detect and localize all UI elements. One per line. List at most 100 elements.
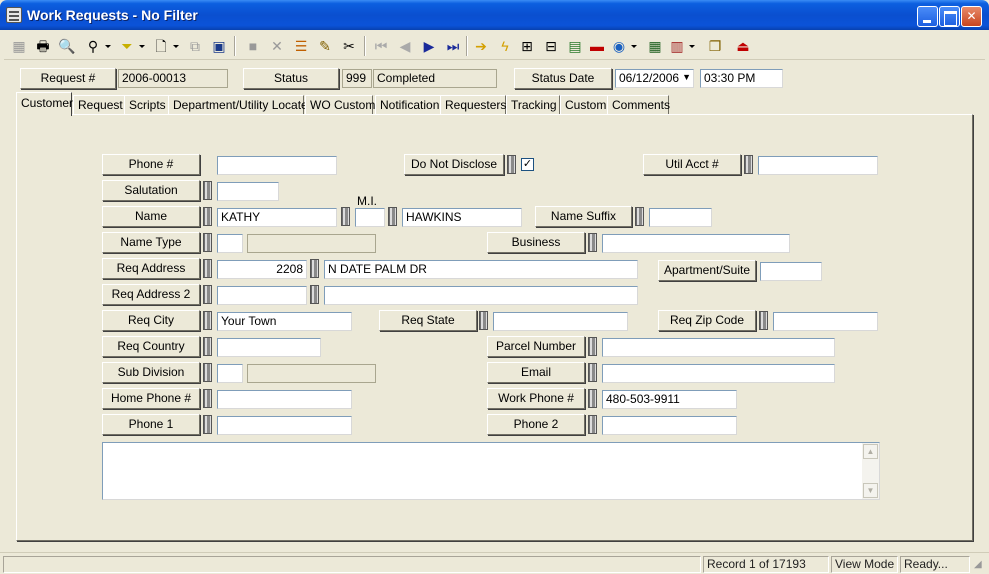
parcel-number-field[interactable] <box>602 338 835 357</box>
name-button[interactable]: Name <box>102 206 200 227</box>
req-state-field[interactable] <box>493 312 628 331</box>
home-phone-button[interactable]: Home Phone # <box>102 388 200 409</box>
apartment-suite-field[interactable] <box>760 262 822 281</box>
new-window-icon[interactable]: ❐ <box>704 35 726 57</box>
maximize-button[interactable] <box>939 6 960 27</box>
phone1-field[interactable] <box>217 416 352 435</box>
scroll-up-icon[interactable]: ▲ <box>863 444 878 459</box>
work-phone-button[interactable]: Work Phone # <box>487 388 585 409</box>
delete-icon[interactable]: ✕ <box>266 35 288 57</box>
field-handle[interactable] <box>744 155 753 174</box>
apartment-suite-button[interactable]: Apartment/Suite <box>658 260 756 281</box>
field-handle[interactable] <box>588 337 597 356</box>
phone-field[interactable] <box>217 156 337 175</box>
field-handle[interactable] <box>588 389 597 408</box>
calculator-icon[interactable]: ▦ <box>644 35 666 57</box>
req-address2-button[interactable]: Req Address 2 <box>102 284 200 305</box>
hierarchy-icon[interactable]: ⊟ <box>540 35 562 57</box>
parcel-number-button[interactable]: Parcel Number <box>487 336 585 357</box>
request-number-button[interactable]: Request # <box>20 68 116 89</box>
tab-notification[interactable]: Notification <box>375 95 441 115</box>
status-time-field[interactable]: 03:30 PM <box>700 69 783 88</box>
phone1-button[interactable]: Phone 1 <box>102 414 200 435</box>
req-address-button[interactable]: Req Address <box>102 258 200 279</box>
first-name-field[interactable]: KATHY <box>217 208 337 227</box>
home-phone-field[interactable] <box>217 390 352 409</box>
address-street-field[interactable]: N DATE PALM DR <box>324 260 638 279</box>
copy-icon[interactable]: ⧉ <box>184 35 206 57</box>
pencil-icon[interactable]: ✎ <box>314 35 336 57</box>
address-number-field[interactable]: 2208 <box>217 260 307 279</box>
save-icon[interactable]: ■ <box>242 35 264 57</box>
last-record-icon[interactable]: ⏭ <box>442 35 464 57</box>
globe-icon[interactable]: ◉ <box>608 35 637 57</box>
req-zip-button[interactable]: Req Zip Code <box>658 310 756 331</box>
util-acct-field[interactable] <box>758 156 878 175</box>
address2-street-field[interactable] <box>324 286 638 305</box>
field-handle[interactable] <box>310 285 319 304</box>
tab-tracking[interactable]: Tracking <box>506 95 560 115</box>
phone-button[interactable]: Phone # <box>102 154 200 175</box>
salutation-field[interactable] <box>217 182 279 201</box>
truck-icon[interactable]: ▬ <box>586 35 608 57</box>
chevron-down-icon[interactable]: ▼ <box>682 71 691 84</box>
util-acct-button[interactable]: Util Acct # <box>643 154 741 175</box>
tab-comments[interactable]: Comments <box>607 95 670 115</box>
print-preview-icon[interactable]: 🔍 <box>56 35 78 57</box>
sub-division-code-field[interactable] <box>217 364 243 383</box>
notes-memo[interactable]: ▲ ▼ <box>102 442 880 500</box>
minimize-button[interactable] <box>917 6 938 27</box>
filter-icon[interactable]: ⏷ <box>116 35 145 57</box>
lightning-icon[interactable]: ϟ <box>494 35 516 57</box>
document-icon[interactable]: 🗋 <box>150 35 179 57</box>
req-zip-field[interactable] <box>773 312 878 331</box>
field-handle[interactable] <box>203 311 212 330</box>
field-handle[interactable] <box>388 207 397 226</box>
previous-record-icon[interactable]: ◀ <box>394 35 416 57</box>
next-record-icon[interactable]: ▶ <box>418 35 440 57</box>
last-name-field[interactable]: HAWKINS <box>402 208 522 227</box>
close-button[interactable]: ✕ <box>961 6 982 27</box>
field-handle[interactable] <box>203 259 212 278</box>
do-not-disclose-button[interactable]: Do Not Disclose <box>404 154 504 175</box>
tab-department-utility-locates[interactable]: Department/Utility Locates <box>168 95 314 115</box>
field-handle[interactable] <box>203 389 212 408</box>
tab-customer[interactable]: Customer <box>16 92 73 116</box>
status-date-field[interactable]: 06/12/2006 ▼ <box>615 69 694 88</box>
phone2-button[interactable]: Phone 2 <box>487 414 585 435</box>
field-handle[interactable] <box>479 311 488 330</box>
work-phone-field[interactable]: 480-503-9911 <box>602 390 737 409</box>
field-handle[interactable] <box>203 363 212 382</box>
business-button[interactable]: Business <box>487 232 585 253</box>
field-handle[interactable] <box>635 207 644 226</box>
field-handle[interactable] <box>588 233 597 252</box>
name-type-code-field[interactable] <box>217 234 243 253</box>
name-suffix-button[interactable]: Name Suffix <box>535 206 632 227</box>
map-icon[interactable]: ▤ <box>564 35 586 57</box>
field-handle[interactable] <box>588 415 597 434</box>
resize-grip-icon[interactable]: ◢ <box>974 559 982 570</box>
tab-wo-custom[interactable]: WO Custom <box>305 95 375 115</box>
req-country-field[interactable] <box>217 338 321 357</box>
email-button[interactable]: Email <box>487 362 585 383</box>
field-handle[interactable] <box>203 415 212 434</box>
grid-icon[interactable]: ▦ <box>8 35 30 57</box>
middle-initial-field[interactable] <box>355 208 385 227</box>
do-not-disclose-checkbox[interactable]: ✓ <box>521 158 534 171</box>
field-handle[interactable] <box>507 155 516 174</box>
status-button[interactable]: Status <box>243 68 339 89</box>
field-handle[interactable] <box>203 233 212 252</box>
print-icon[interactable]: 🖶 <box>32 35 54 57</box>
sub-division-button[interactable]: Sub Division <box>102 362 200 383</box>
status-date-button[interactable]: Status Date <box>514 68 612 89</box>
name-type-button[interactable]: Name Type <box>102 232 200 253</box>
app-icon[interactable] <box>6 7 22 23</box>
field-handle[interactable] <box>203 337 212 356</box>
req-state-button[interactable]: Req State <box>379 310 477 331</box>
req-city-button[interactable]: Req City <box>102 310 200 331</box>
binoculars-icon[interactable]: ⚲ <box>82 35 111 57</box>
field-handle[interactable] <box>759 311 768 330</box>
field-handle[interactable] <box>310 259 319 278</box>
tree-icon[interactable]: ⊞ <box>516 35 538 57</box>
books-icon[interactable]: ▥ <box>666 35 695 57</box>
